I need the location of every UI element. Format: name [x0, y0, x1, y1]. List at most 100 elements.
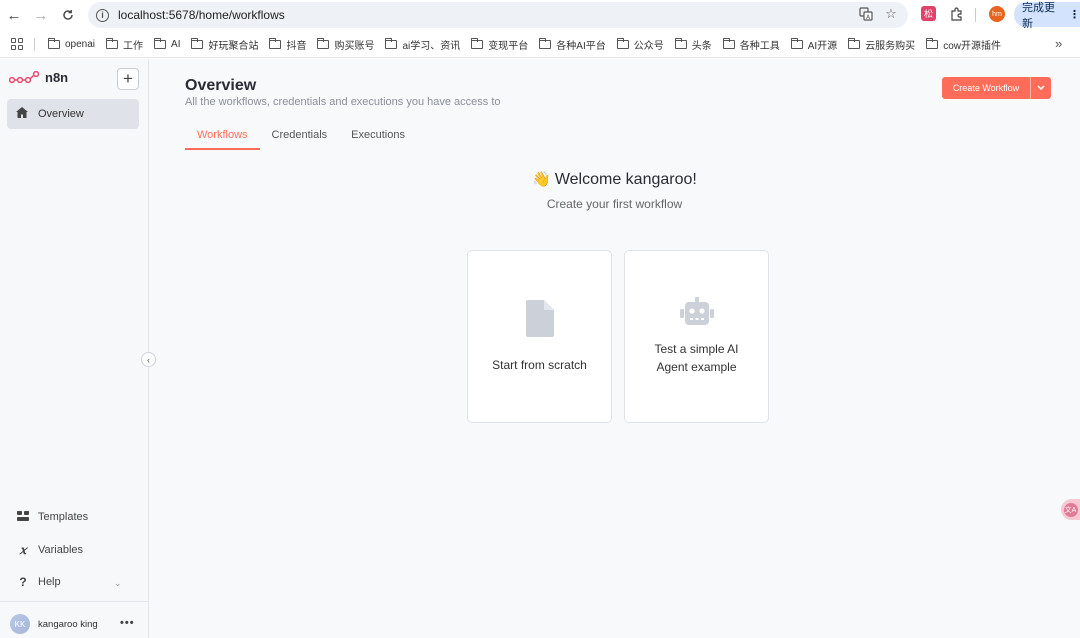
- welcome-subtitle: Create your first workflow: [546, 197, 683, 211]
- bookmark-item[interactable]: 变现平台: [471, 37, 528, 52]
- sidebar-item-label: Variables: [38, 544, 84, 556]
- folder-icon: [48, 38, 60, 49]
- sidebar-item-help[interactable]: ? Help: [16, 575, 61, 589]
- bookmark-item[interactable]: 各种AI平台: [539, 37, 606, 52]
- site-info-icon[interactable]: i: [96, 8, 109, 22]
- profile-initials: hm: [992, 10, 1002, 18]
- bookmark-item[interactable]: openai: [48, 37, 95, 52]
- sidebar-item-label: Help: [38, 576, 61, 588]
- sidebar-item-templates[interactable]: Templates: [16, 510, 88, 524]
- bookmark-item[interactable]: 好玩聚合站: [191, 37, 258, 52]
- ai-agent-example-card[interactable]: Test a simple AI Agent example: [624, 250, 769, 423]
- folder-icon: [722, 38, 735, 49]
- bookmark-label: openai: [65, 39, 96, 50]
- menu-dots-icon[interactable]: ⋮: [1069, 8, 1080, 21]
- folder-icon: [539, 38, 552, 49]
- bookmark-label: 购买账号: [334, 41, 375, 52]
- file-icon: [525, 299, 554, 342]
- translate-float-icon: 文A: [1063, 502, 1078, 517]
- folder-icon: [191, 38, 204, 49]
- folder-icon: [674, 38, 687, 49]
- bookmark-item[interactable]: AI开源: [790, 37, 838, 52]
- sidebar-item-overview[interactable]: Overview: [7, 99, 139, 129]
- n8n-logo-icon: [9, 70, 39, 83]
- more-options-icon[interactable]: •••: [120, 617, 135, 629]
- translate-float-button[interactable]: 文A: [1061, 499, 1080, 520]
- forward-icon[interactable]: →: [30, 4, 52, 26]
- tab-executions[interactable]: Executions: [339, 127, 417, 149]
- address-bar[interactable]: i localhost:5678/home/workflows: [88, 2, 908, 28]
- start-from-scratch-card[interactable]: Start from scratch: [467, 250, 612, 423]
- create-workflow-button[interactable]: Create Workflow: [942, 77, 1030, 99]
- bookmark-item[interactable]: 购买账号: [317, 37, 374, 52]
- avatar: KK: [10, 614, 30, 634]
- page-subtitle: All the workflows, credentials and execu…: [185, 96, 501, 108]
- extension-icon[interactable]: 松: [921, 6, 936, 21]
- create-dropdown-button[interactable]: [1030, 77, 1051, 99]
- bookmark-item[interactable]: ai学习、资讯: [385, 37, 460, 52]
- main-content: Overview All the workflows, credentials …: [149, 59, 1080, 638]
- page-title: Overview: [185, 77, 257, 94]
- bookmark-item[interactable]: cow开源插件: [926, 37, 1001, 52]
- bookmark-star-icon[interactable]: ☆: [883, 6, 899, 22]
- back-icon[interactable]: ←: [3, 4, 25, 26]
- chevron-down-icon[interactable]: ⌄: [114, 578, 122, 589]
- bookmark-item[interactable]: 云服务购买: [848, 37, 915, 52]
- translate-icon[interactable]: A: [858, 6, 874, 22]
- apps-grid-icon[interactable]: [11, 38, 23, 50]
- bookmarks-bar: openai 工作 AI 好玩聚合站 抖音 购买账号 ai学习、资讯 变现平台 各种AI平台 公众…: [0, 31, 1080, 58]
- update-button[interactable]: 完成更新 ⋮: [1014, 2, 1080, 30]
- add-button[interactable]: +: [117, 68, 139, 90]
- tab-credentials[interactable]: Credentials: [260, 127, 340, 149]
- chevron-down-icon: [1037, 85, 1045, 91]
- bookmark-label: 各种工具: [739, 41, 780, 52]
- bookmark-label: AI开源: [807, 41, 838, 52]
- sidebar-item-label: Overview: [38, 108, 84, 120]
- bookmark-item[interactable]: 各种工具: [722, 37, 780, 52]
- reload-icon[interactable]: [57, 4, 79, 26]
- bookmark-label: 抖音: [286, 41, 307, 52]
- tab-bar: Workflows Credentials Executions: [185, 127, 417, 150]
- folder-icon: [385, 38, 398, 49]
- bookmark-label: 云服务购买: [865, 41, 916, 52]
- sidebar: n8n + Overview ‹ Templates 𝑥 Variables ?…: [0, 59, 156, 638]
- extensions-puzzle-icon[interactable]: [948, 5, 965, 22]
- variables-icon: 𝑥: [19, 543, 27, 557]
- card-label-line1: Test a simple AI: [654, 342, 739, 356]
- bookmark-item[interactable]: AI: [154, 37, 180, 52]
- sidebar-divider: [0, 601, 148, 602]
- profile-avatar[interactable]: hm: [989, 6, 1005, 22]
- bookmark-label: AI: [171, 39, 181, 50]
- collapse-sidebar-button[interactable]: ‹: [141, 352, 156, 367]
- bookmark-item[interactable]: 公众号: [616, 37, 664, 52]
- wave-emoji: 👋: [532, 171, 551, 188]
- folder-icon: [471, 38, 484, 49]
- bookmark-item[interactable]: 抖音: [269, 37, 306, 52]
- folder-icon: [616, 38, 629, 49]
- card-label: Start from scratch: [492, 357, 587, 372]
- bookmark-label: ai学习、资讯: [402, 41, 461, 52]
- bookmark-label: 工作: [123, 41, 144, 52]
- sidebar-item-label: Templates: [38, 511, 89, 523]
- bookmark-item[interactable]: 工作: [106, 37, 143, 52]
- welcome-text: Welcome kangaroo!: [554, 171, 697, 188]
- home-icon: [16, 107, 29, 121]
- tab-workflows[interactable]: Workflows: [185, 127, 260, 150]
- folder-icon: [848, 38, 861, 49]
- logo-text: n8n: [45, 70, 69, 85]
- avatar-initials: KK: [14, 619, 26, 629]
- bookmark-label: 头条: [691, 41, 712, 52]
- more-bookmarks-icon[interactable]: »: [1055, 36, 1062, 51]
- bookmark-item[interactable]: 头条: [674, 37, 712, 52]
- n8n-logo[interactable]: n8n: [9, 70, 68, 85]
- help-icon: ?: [19, 575, 27, 589]
- browser-toolbar: ← → i localhost:5678/home/workflows A ☆ …: [0, 0, 1080, 30]
- bookmark-label: cow开源插件: [943, 41, 1001, 52]
- user-name: kangaroo king: [38, 618, 98, 630]
- bookmarks-divider: [34, 38, 35, 51]
- folder-icon: [790, 38, 803, 49]
- bookmark-list: openai 工作 AI 好玩聚合站 抖音 购买账号 ai学习、资讯 变现平台 各种AI平台 公众…: [48, 37, 1001, 52]
- templates-icon: [16, 510, 30, 524]
- user-menu[interactable]: KK kangaroo king: [10, 614, 98, 634]
- sidebar-item-variables[interactable]: 𝑥 Variables: [16, 543, 83, 557]
